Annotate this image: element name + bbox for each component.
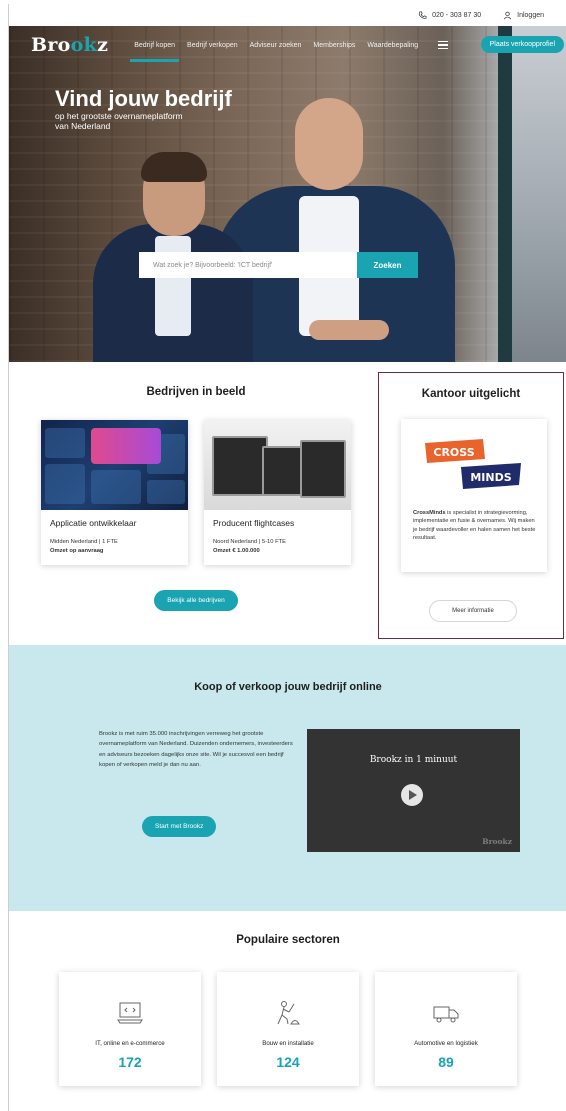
kov-title: Koop of verkoop jouw bedrijf online (194, 681, 382, 693)
company-location: Midden Nederland | 1 FTE (50, 539, 118, 545)
sectoren-title: Populaire sectoren (236, 934, 340, 946)
hero-photo-head-right (295, 98, 363, 190)
company-card-applicatie[interactable]: Applicatie ontwikkelaar Midden Nederland… (41, 420, 188, 566)
brookz-logo[interactable]: Brookz (31, 34, 108, 56)
nav-link-adviseur-zoeken[interactable]: Adviseur zoeken (250, 38, 302, 53)
video-player[interactable]: Brookz in 1 minuut Brookz (307, 729, 520, 852)
populaire-sectoren-section: Populaire sectoren IT, online en e-comme… (9, 934, 566, 1086)
plaats-verkoopprofiel-button[interactable]: Plaats verkoopprofiel (480, 36, 564, 53)
sector-count: 124 (276, 1054, 300, 1070)
svg-text:MINDS: MINDS (470, 471, 511, 484)
sector-name: IT, online en e-commerce (95, 1040, 165, 1047)
kantoor-uitgelicht-section: Kantoor uitgelicht CROSS MINDS CrossMind… (378, 372, 564, 639)
sector-count: 172 (118, 1054, 142, 1070)
hero-heading: Vind jouw bedrijf op het grootste overna… (55, 88, 232, 132)
kantoor-company: CrossMinds (413, 510, 446, 516)
phone-link[interactable]: 020 - 303 87 30 (418, 11, 481, 20)
crossminds-logo: CROSS MINDS (425, 439, 521, 489)
search-bar: Wat zoek je? Bijvoorbeeld: 'ICT bedrijf'… (139, 252, 418, 278)
sector-cards: IT, online en e-commerce 172 Bouw en ins… (9, 972, 566, 1086)
user-icon (503, 11, 512, 19)
video-brand: Brookz (482, 837, 512, 846)
menu-icon[interactable] (438, 40, 449, 50)
company-cards: Applicatie ontwikkelaar Midden Nederland… (31, 420, 361, 566)
computer-icon (117, 1002, 143, 1024)
bedrijven-title: Bedrijven in beeld (146, 386, 246, 398)
nav-link-waardebepaling[interactable]: Waardebepaling (367, 38, 418, 53)
meer-informatie-button[interactable]: Meer informatie (429, 600, 517, 622)
bekijk-alle-bedrijven-button[interactable]: Bekijk alle bedrijven (154, 590, 238, 612)
sector-card-automotive[interactable]: Automotive en logistiek 89 (375, 972, 517, 1086)
hero-photo-hair-left (141, 152, 207, 182)
nav-link-memberships[interactable]: Memberships (313, 38, 355, 53)
sector-name: Bouw en installatie (262, 1040, 314, 1047)
svg-text:CROSS: CROSS (433, 446, 474, 459)
bedrijven-in-beeld-section: Bedrijven in beeld Applicatie ontwikkela… (31, 386, 361, 612)
company-name: Producent flightcases (213, 518, 295, 528)
logo-text-post: z (97, 34, 109, 56)
company-turnover: Omzet op aanvraag (50, 547, 104, 554)
video-title: Brookz in 1 minuut (369, 755, 458, 765)
search-button[interactable]: Zoeken (357, 252, 418, 278)
kantoor-description: CrossMinds is specialist in strategievor… (413, 509, 539, 542)
company-name: Applicatie ontwikkelaar (50, 518, 137, 528)
phone-icon (418, 11, 427, 19)
phone-number: 020 - 303 87 30 (432, 11, 482, 19)
truck-icon (433, 1006, 459, 1023)
kov-text: Brookz is met ruim 35.000 inschrijvingen… (99, 731, 293, 768)
hero-photo-shirt-left (155, 236, 191, 336)
hero-banner: Brookz Bedrijf kopen Bedrijf verkopen Ad… (9, 26, 566, 362)
start-met-brookz-button[interactable]: Start met Brookz (142, 816, 217, 837)
login-link[interactable]: Inloggen (503, 11, 544, 20)
kantoor-card[interactable]: CROSS MINDS CrossMinds is specialist in … (401, 419, 547, 572)
sector-card-bouw[interactable]: Bouw en installatie 124 (217, 972, 359, 1086)
utility-bar: 020 - 303 87 30 Inloggen (9, 4, 566, 26)
login-label: Inloggen (517, 11, 544, 19)
main-nav: Brookz Bedrijf kopen Bedrijf verkopen Ad… (9, 26, 566, 64)
sector-count: 89 (438, 1054, 454, 1070)
hero-window (508, 26, 566, 362)
sector-name: Automotive en logistiek (414, 1040, 478, 1047)
construction-worker-icon (277, 1001, 300, 1025)
hero-subtitle-line2: van Nederland (55, 120, 111, 131)
company-turnover: Omzet € 1.00.000 (213, 547, 260, 554)
kantoor-title: Kantoor uitgelicht (421, 388, 521, 400)
nav-link-bedrijf-kopen[interactable]: Bedrijf kopen (130, 38, 179, 62)
logo-text-pre: Bro (31, 34, 71, 56)
hero-photo-hands (309, 320, 389, 340)
play-icon[interactable] (401, 784, 423, 806)
company-image-flightcases (204, 420, 351, 510)
koop-verkoop-section: Koop of verkoop jouw bedrijf online Broo… (9, 645, 566, 911)
company-location: Noord Nederland | 5-10 FTE (213, 539, 287, 545)
hero-title: Vind jouw bedrijf (55, 86, 232, 111)
sector-card-it[interactable]: IT, online en e-commerce 172 (59, 972, 201, 1086)
hero-window-frame (498, 26, 512, 362)
page: 020 - 303 87 30 Inloggen Brookz Bedrijf … (8, 4, 566, 1111)
company-image-app (41, 420, 188, 510)
company-card-flightcases[interactable]: Producent flightcases Noord Nederland | … (204, 420, 351, 566)
logo-text-accent: ok (70, 34, 98, 56)
search-input[interactable]: Wat zoek je? Bijvoorbeeld: 'ICT bedrijf' (139, 252, 357, 278)
nav-link-bedrijf-verkopen[interactable]: Bedrijf verkopen (187, 38, 238, 53)
nav-links: Bedrijf kopen Bedrijf verkopen Adviseur … (130, 38, 449, 62)
